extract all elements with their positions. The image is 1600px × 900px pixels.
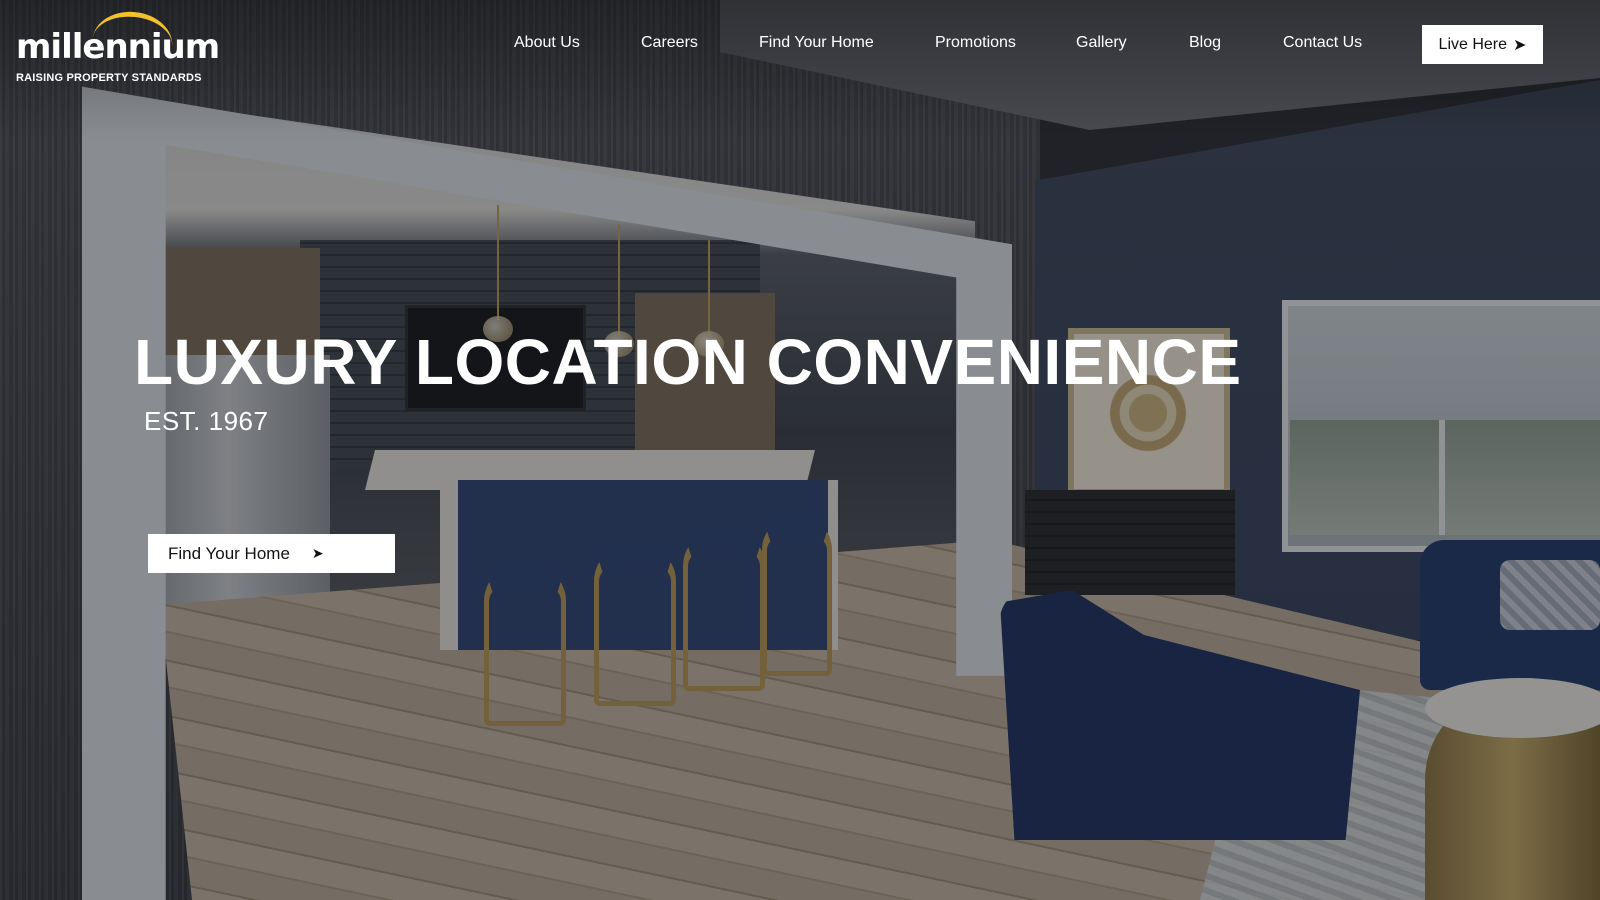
find-your-home-button[interactable]: Find Your Home ➤ bbox=[148, 534, 395, 573]
hero-background-image bbox=[0, 0, 1600, 900]
nav-item-blog[interactable]: Blog bbox=[1189, 34, 1221, 52]
find-your-home-label: Find Your Home bbox=[168, 543, 290, 563]
nav-item-about-us[interactable]: About Us bbox=[514, 34, 580, 52]
nav-item-gallery[interactable]: Gallery bbox=[1076, 34, 1127, 52]
nav-item-contact-us[interactable]: Contact Us bbox=[1283, 34, 1362, 52]
live-here-button[interactable]: Live Here ➤ bbox=[1422, 25, 1543, 64]
hero-subheadline: EST. 1967 bbox=[144, 406, 269, 436]
hero-headline: LUXURY LOCATION CONVENIENCE bbox=[134, 326, 1242, 398]
live-here-label: Live Here bbox=[1438, 35, 1508, 53]
main-navigation: About Us Careers Find Your Home Promotio… bbox=[0, 34, 1600, 56]
nav-item-careers[interactable]: Careers bbox=[641, 34, 698, 52]
chevron-right-icon: ➤ bbox=[311, 545, 324, 561]
logo-tagline: RAISING PROPERTY STANDARDS bbox=[16, 72, 202, 84]
nav-item-find-your-home[interactable]: Find Your Home bbox=[759, 34, 874, 52]
chevron-right-icon: ➤ bbox=[1513, 36, 1527, 54]
nav-item-promotions[interactable]: Promotions bbox=[935, 34, 1016, 52]
